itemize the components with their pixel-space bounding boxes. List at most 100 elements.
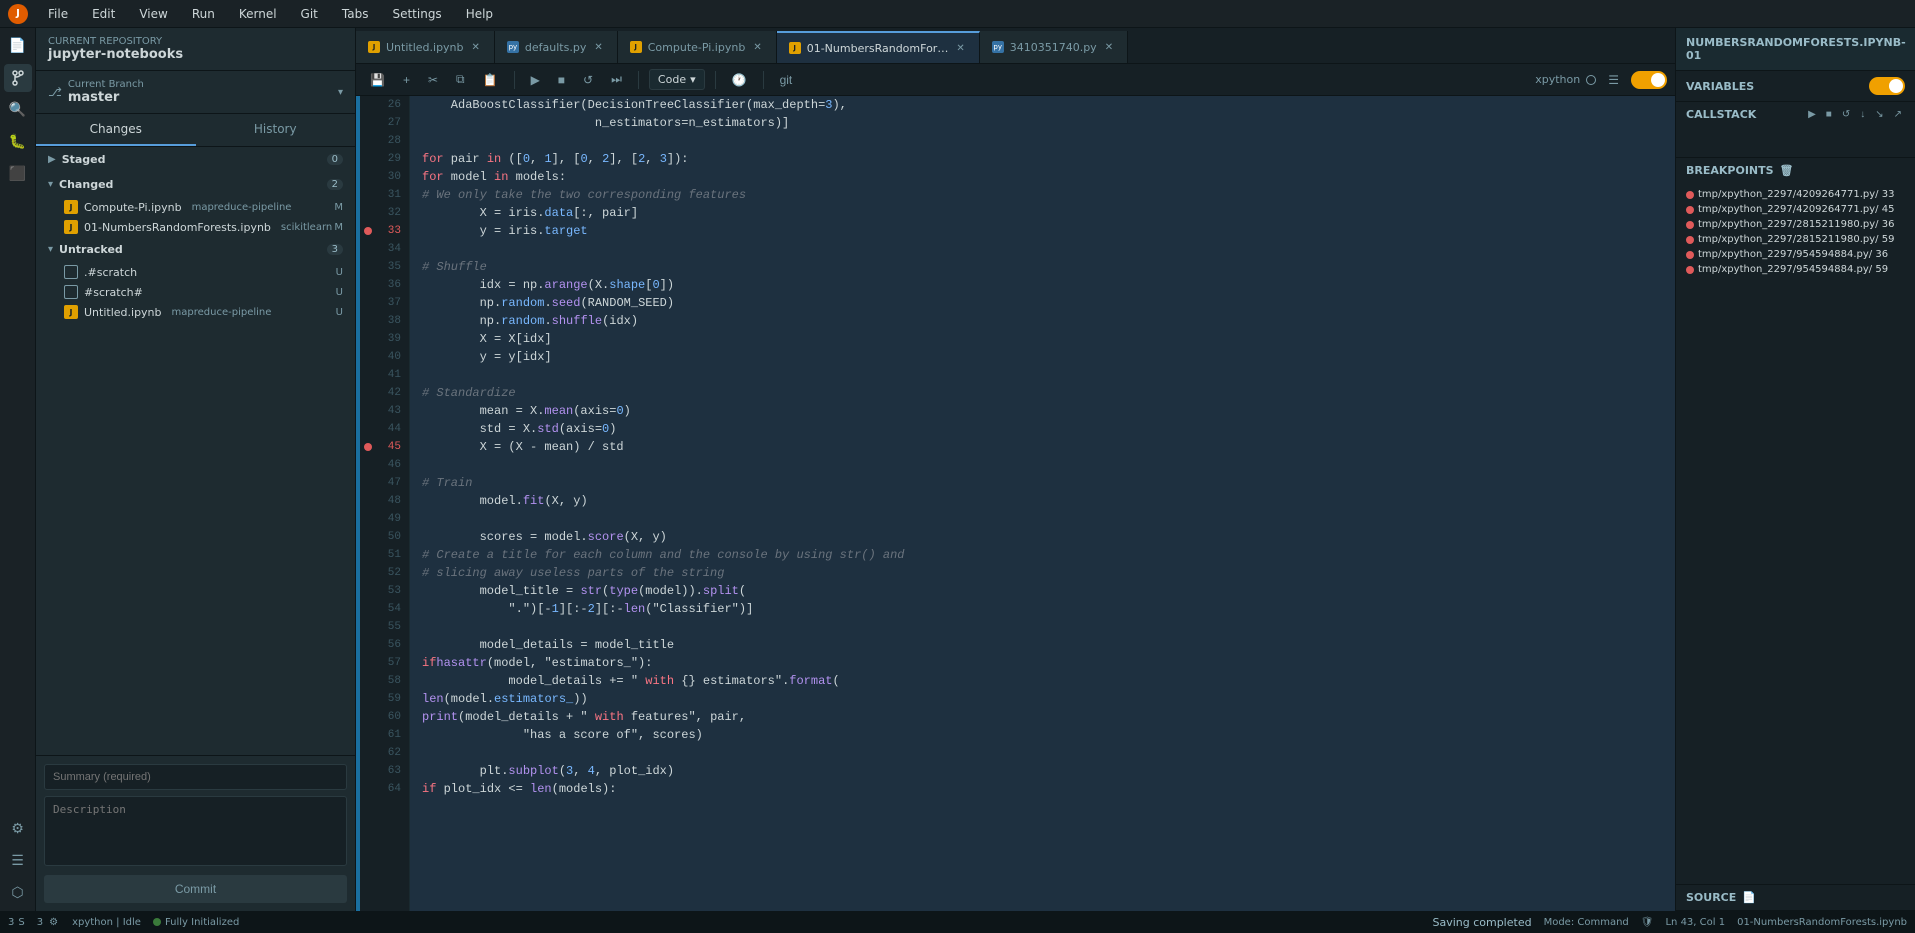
callstack-restart-btn[interactable]: ↺ [1839,108,1853,121]
line-num-53[interactable]: 53 [360,582,409,600]
tab-history[interactable]: History [196,114,356,146]
line-num-37[interactable]: 37 [360,294,409,312]
line-num-36[interactable]: 36 [360,276,409,294]
line-num-39[interactable]: 39 [360,330,409,348]
editor-tab-1[interactable]: py defaults.py ✕ [495,31,618,63]
activity-icon-debug[interactable]: 🐛 [4,128,32,156]
line-num-40[interactable]: 40 [360,348,409,366]
tab-close-3[interactable]: ✕ [954,42,966,55]
line-num-35[interactable]: 35 [360,258,409,276]
line-num-56[interactable]: 56 [360,636,409,654]
line-num-62[interactable]: 62 [360,744,409,762]
line-num-44[interactable]: 44 [360,420,409,438]
line-num-46[interactable]: 46 [360,456,409,474]
line-num-43[interactable]: 43 [360,402,409,420]
cell-type-dropdown[interactable]: Code ▾ [649,69,705,90]
line-num-32[interactable]: 32 [360,204,409,222]
callstack-step-out-btn[interactable]: ↗ [1891,108,1905,121]
line-num-26[interactable]: 26 [360,96,409,114]
menu-view[interactable]: View [135,5,171,23]
line-num-45[interactable]: 45 [360,438,409,456]
breakpoint-entry-3[interactable]: tmp/xpython_2297/2815211980.py/ 59 [1686,232,1905,247]
breakpoint-entry-2[interactable]: tmp/xpython_2297/2815211980.py/ 36 [1686,217,1905,232]
variables-toggle[interactable] [1631,71,1667,89]
editor-tab-4[interactable]: py 3410351740.py ✕ [980,31,1128,63]
line-num-33[interactable]: 33 [360,222,409,240]
menu-file[interactable]: File [44,5,72,23]
toolbar-run-btn[interactable]: ▶ [525,70,546,90]
menu-run[interactable]: Run [188,5,219,23]
changed-section-header[interactable]: ▾ Changed 2 [36,172,355,197]
activity-icon-list[interactable]: ☰ [4,847,32,875]
code-scroll[interactable]: AdaBoostClassifier(DecisionTreeClassifie… [410,96,1675,911]
toolbar-restart-btn[interactable]: ↺ [577,70,599,90]
toolbar-save-btn[interactable]: 💾 [364,70,391,90]
line-num-31[interactable]: 31 [360,186,409,204]
toolbar-copy-btn[interactable]: ⧉ [450,69,471,90]
breakpoint-entry-0[interactable]: tmp/xpython_2297/4209264771.py/ 33 [1686,187,1905,202]
breakpoint-entry-4[interactable]: tmp/xpython_2297/954594884.py/ 36 [1686,247,1905,262]
variables-toggle-switch[interactable] [1869,77,1905,95]
menu-tabs[interactable]: Tabs [338,5,373,23]
toolbar-stop-btn[interactable]: ■ [552,70,571,90]
line-num-59[interactable]: 59 [360,690,409,708]
line-num-57[interactable]: 57 [360,654,409,672]
breakpoints-trash-icon[interactable]: 🗑 [1780,164,1794,177]
menu-kernel[interactable]: Kernel [235,5,281,23]
commit-description-input[interactable] [44,796,347,866]
tab-changes[interactable]: Changes [36,114,196,146]
line-num-64[interactable]: 64 [360,780,409,798]
line-num-42[interactable]: 42 [360,384,409,402]
commit-summary-input[interactable] [44,764,347,790]
toolbar-paste-btn[interactable]: 📋 [477,70,504,90]
toolbar-fast-btn[interactable]: ⏭ [605,69,628,90]
menu-edit[interactable]: Edit [88,5,119,23]
tab-close-1[interactable]: ✕ [592,41,604,54]
line-num-48[interactable]: 48 [360,492,409,510]
tab-close-4[interactable]: ✕ [1103,41,1115,54]
line-num-30[interactable]: 30 [360,168,409,186]
editor-tab-3[interactable]: J 01-NumbersRandomFor… ✕ [777,31,980,63]
menu-help[interactable]: Help [462,5,497,23]
line-num-41[interactable]: 41 [360,366,409,384]
untracked-file-1[interactable]: #scratch# U [36,282,355,302]
line-num-50[interactable]: 50 [360,528,409,546]
toolbar-cut-btn[interactable]: ✂ [422,70,444,90]
untracked-file-2[interactable]: J Untitled.ipynb mapreduce-pipeline U [36,302,355,322]
line-num-54[interactable]: 54 [360,600,409,618]
changed-file-0[interactable]: J Compute-Pi.ipynb mapreduce-pipeline M [36,197,355,217]
line-num-47[interactable]: 47 [360,474,409,492]
toolbar-clock-btn[interactable]: 🕐 [726,70,753,90]
staged-section-header[interactable]: ▶ Staged 0 [36,147,355,172]
toolbar-add-btn[interactable]: + [397,70,416,90]
activity-icon-settings[interactable]: ⚙ [4,815,32,843]
activity-icon-search[interactable]: 🔍 [4,96,32,124]
line-num-52[interactable]: 52 [360,564,409,582]
untracked-section-header[interactable]: ▾ Untracked 3 [36,237,355,262]
tab-close-2[interactable]: ✕ [751,41,763,54]
activity-icon-file[interactable]: 📄 [4,32,32,60]
activity-icon-extensions2[interactable]: ⬡ [4,879,32,907]
untracked-file-0[interactable]: .#scratch U [36,262,355,282]
line-num-51[interactable]: 51 [360,546,409,564]
line-num-55[interactable]: 55 [360,618,409,636]
breakpoint-entry-1[interactable]: tmp/xpython_2297/4209264771.py/ 45 [1686,202,1905,217]
callstack-step-over-btn[interactable]: ↓ [1857,108,1868,121]
line-num-49[interactable]: 49 [360,510,409,528]
branch-section[interactable]: ⎇ Current Branch master ▾ [36,71,355,114]
line-num-34[interactable]: 34 [360,240,409,258]
line-num-61[interactable]: 61 [360,726,409,744]
line-num-28[interactable]: 28 [360,132,409,150]
menu-settings[interactable]: Settings [388,5,445,23]
status-settings-btn[interactable]: ⚙ [47,917,60,928]
line-num-38[interactable]: 38 [360,312,409,330]
line-num-58[interactable]: 58 [360,672,409,690]
menu-git[interactable]: Git [297,5,322,23]
editor-tab-0[interactable]: J Untitled.ipynb ✕ [356,31,495,63]
toolbar-kernel-settings[interactable]: ☰ [1602,70,1625,90]
activity-icon-extensions[interactable]: ⬛ [4,160,32,188]
line-num-60[interactable]: 60 [360,708,409,726]
callstack-play-btn[interactable]: ▶ [1805,108,1819,121]
commit-button[interactable]: Commit [44,875,347,903]
line-num-63[interactable]: 63 [360,762,409,780]
